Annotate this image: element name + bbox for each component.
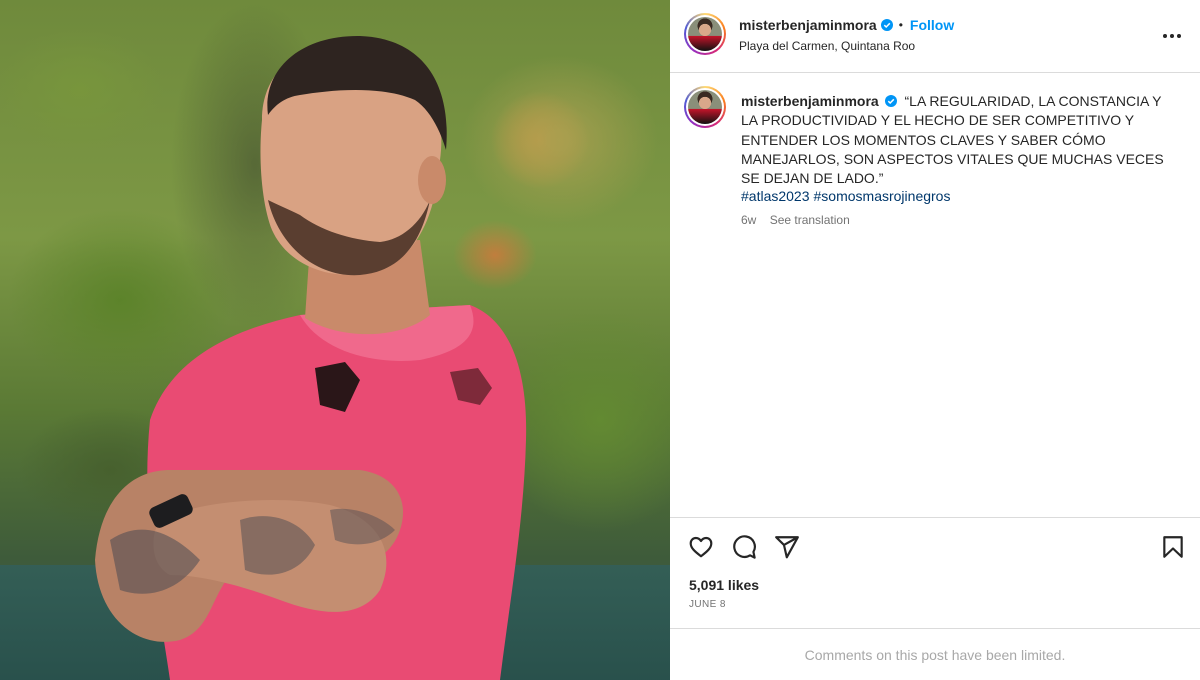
post-side-panel: misterbenjaminmora • Follow Playa del Ca… [670, 0, 1200, 680]
man-figure [95, 35, 527, 680]
post-date[interactable]: JUNE 8 [689, 599, 726, 610]
follow-button[interactable]: Follow [910, 17, 954, 33]
verified-badge-icon [884, 95, 897, 107]
comments-limited-text: Comments on this post have been limited. [804, 646, 1066, 663]
verified-badge-icon [880, 19, 893, 31]
hashtag-link[interactable]: #somosmasrojinegros [814, 188, 951, 204]
author-avatar[interactable] [684, 13, 726, 55]
caption-section: misterbenjaminmora “LA REGULARIDAD, LA C… [670, 74, 1200, 517]
caption-meta: 6w See translation [741, 213, 850, 227]
post-caption: misterbenjaminmora “LA REGULARIDAD, LA C… [741, 92, 1181, 188]
separator-dot: • [898, 18, 903, 32]
hashtag-link[interactable]: #atlas2023 [741, 188, 810, 204]
hashtag-list: #atlas2023 #somosmasrojinegros [741, 188, 954, 204]
post-time-ago[interactable]: 6w [741, 213, 756, 227]
see-translation-link[interactable]: See translation [770, 213, 850, 227]
comments-limited-notice: Comments on this post have been limited. [670, 628, 1200, 680]
post-photo[interactable] [0, 0, 670, 680]
post-actions: 5,091 likes JUNE 8 [670, 517, 1200, 627]
heart-icon[interactable] [688, 534, 714, 560]
post-location[interactable]: Playa del Carmen, Quintana Roo [739, 39, 915, 53]
comment-icon[interactable] [731, 534, 757, 560]
caption-username[interactable]: misterbenjaminmora [741, 93, 879, 109]
bookmark-icon[interactable] [1160, 534, 1186, 560]
author-username[interactable]: misterbenjaminmora [739, 17, 877, 33]
post-header: misterbenjaminmora • Follow Playa del Ca… [670, 0, 1200, 73]
share-icon[interactable] [774, 534, 800, 560]
author-line: misterbenjaminmora • Follow [739, 17, 954, 33]
like-count[interactable]: 5,091 likes [689, 577, 759, 593]
caption-author-avatar[interactable] [684, 86, 726, 128]
more-options-icon[interactable] [1160, 24, 1184, 48]
